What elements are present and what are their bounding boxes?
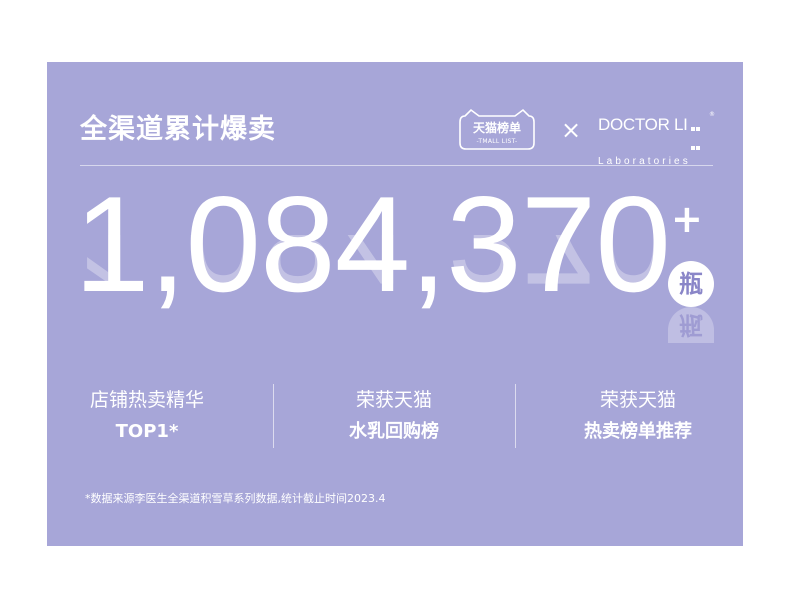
stat-label: 店铺热卖精华 <box>89 389 204 411</box>
stat-label: 荣获天猫 <box>355 389 432 411</box>
stat-tmall-hot: 荣获天猫 热卖榜单推荐 <box>538 387 738 445</box>
stat-store-top: 店铺热卖精华 TOP1* <box>47 387 247 445</box>
stat-label: 荣获天猫 <box>599 389 676 411</box>
sales-card: 全渠道累计爆卖 天猫榜单 -TMALL LIST- × DOCTOR LI ® … <box>47 62 743 546</box>
tmall-badge-subtitle: -TMALL LIST- <box>476 138 518 145</box>
stat-tmall-repurchase: 荣获天猫 水乳回购榜 <box>294 387 494 445</box>
registered-mark: ® <box>709 111 715 118</box>
stat-divider <box>515 384 516 448</box>
page-title: 全渠道累计爆卖 <box>80 114 276 145</box>
brand-subtitle: Laboratories <box>598 156 691 167</box>
stat-value: 热卖榜单推荐 <box>584 421 692 442</box>
stat-value: 水乳回购榜 <box>349 421 439 442</box>
header-divider <box>80 165 713 166</box>
plus-sign: + <box>671 197 703 241</box>
unit-badge: 瓶 <box>668 261 714 307</box>
stat-value: TOP1* <box>115 421 179 442</box>
stat-divider <box>273 384 274 448</box>
brand-grid-icon <box>690 117 701 155</box>
tmall-badge-title: 天猫榜单 <box>472 121 521 135</box>
brand-name: DOCTOR LI <box>598 115 688 134</box>
unit-reflection: 瓶 <box>668 307 714 343</box>
collab-cross-icon: × <box>561 116 582 144</box>
tmall-list-badge: 天猫榜单 -TMALL LIST- <box>459 108 535 150</box>
data-source-footnote: *数据来源李医生全渠道积雪草系列数据,统计截止时间2023.4 <box>85 492 386 505</box>
sales-number: 1,084,370 <box>74 168 671 320</box>
brand-logo: DOCTOR LI ® Laboratories <box>598 111 715 168</box>
